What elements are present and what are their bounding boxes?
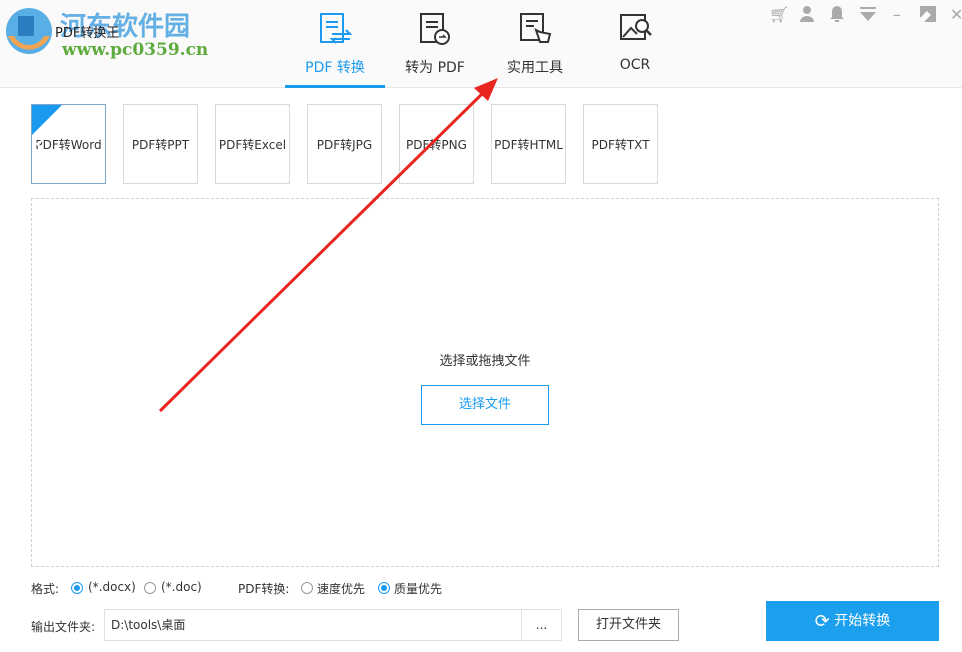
annotation-arrow — [158, 78, 498, 413]
